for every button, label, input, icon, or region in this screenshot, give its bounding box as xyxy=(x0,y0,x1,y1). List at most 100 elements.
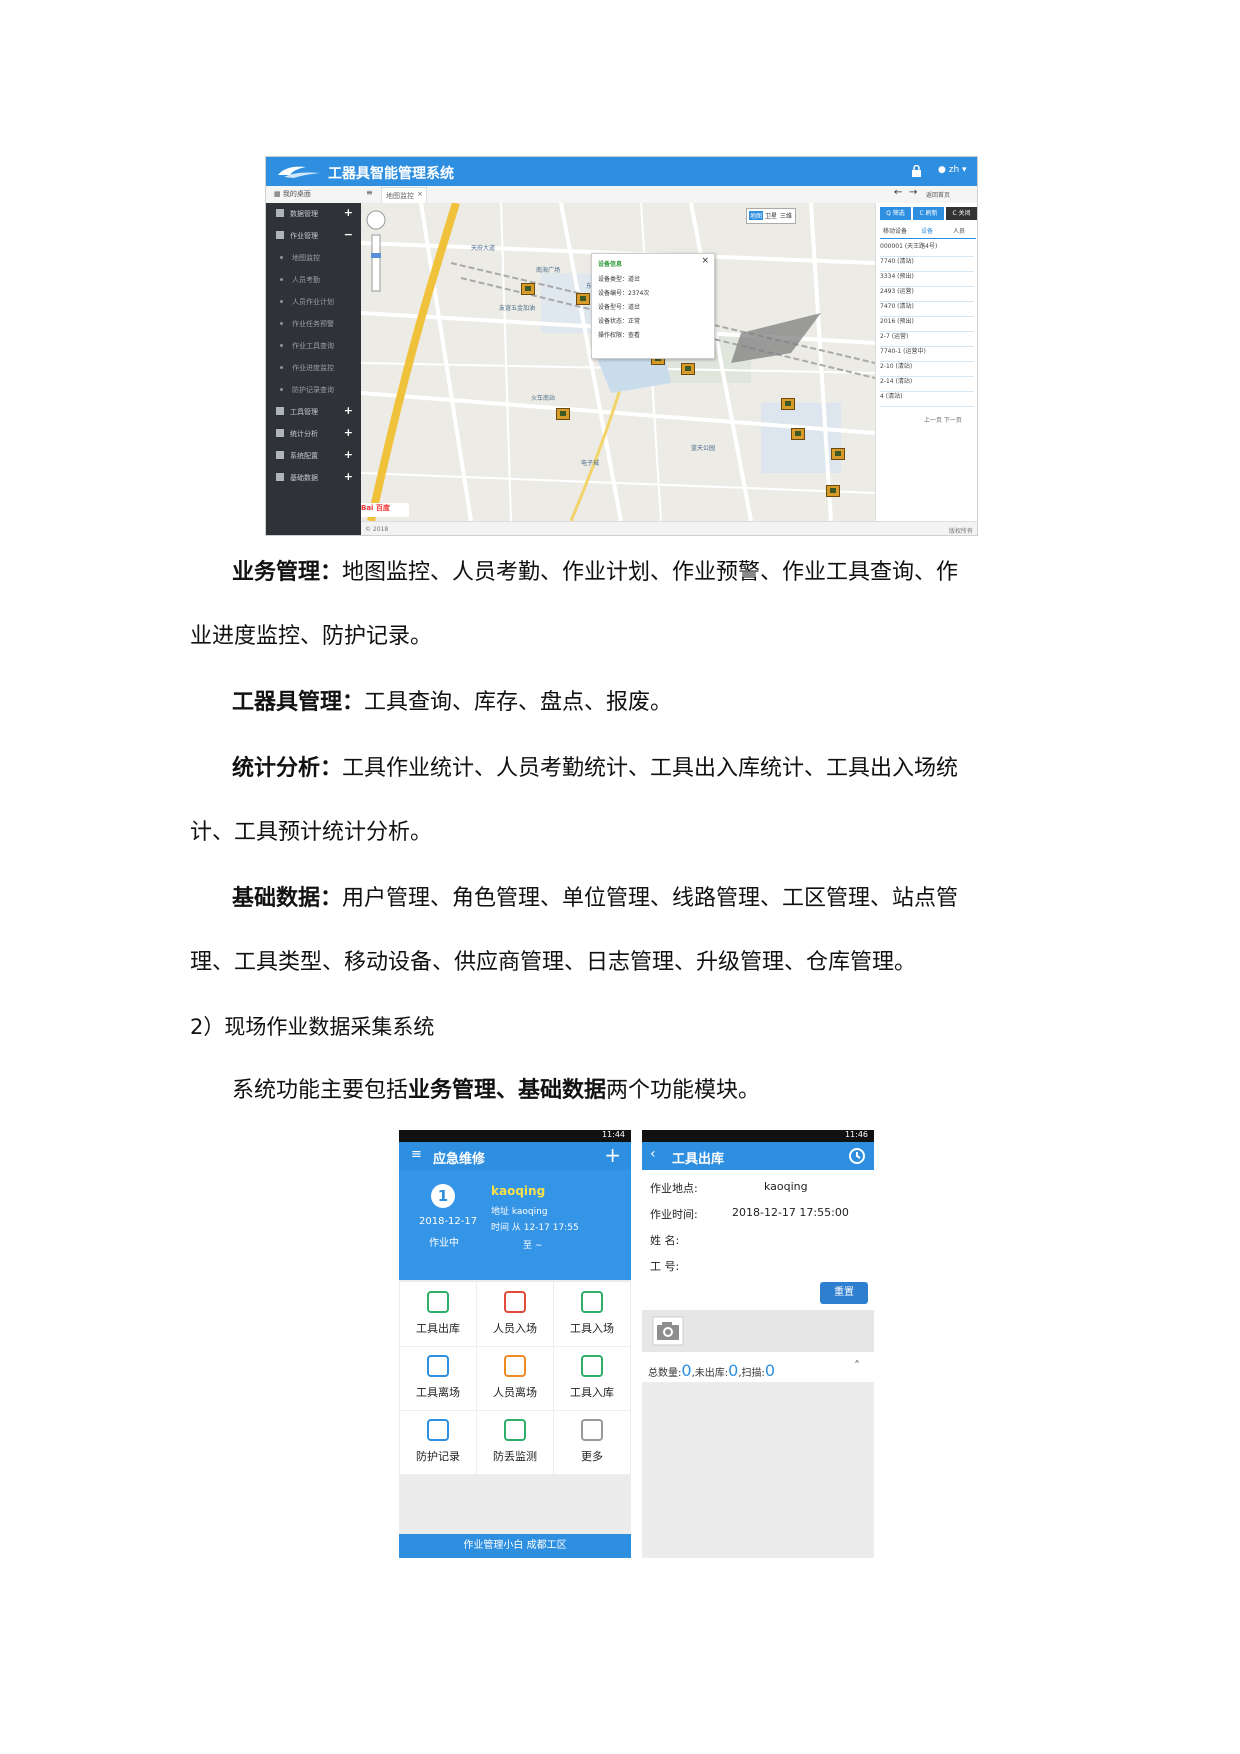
device-marker-icon[interactable] xyxy=(781,398,795,410)
panel-tab[interactable]: 人员 xyxy=(944,226,974,235)
function-tile[interactable]: 人员离场 xyxy=(477,1346,554,1411)
sidebar-item[interactable]: 地图监控 xyxy=(266,247,361,269)
function-tile-label: 防护记录 xyxy=(416,1450,460,1463)
device-list-item[interactable]: 2493 (运营) xyxy=(880,286,974,302)
footer-right: 版权所有 xyxy=(948,528,973,535)
sidebar-item[interactable]: 数据管理 + xyxy=(266,203,361,225)
device-list-item[interactable]: 2-7 (运营) xyxy=(880,331,974,347)
anti-loss-icon xyxy=(504,1419,526,1441)
device-list-item[interactable]: 3334 (预出) xyxy=(880,271,974,287)
panel-button[interactable]: Q 筛选 xyxy=(880,207,911,220)
device-marker-icon[interactable] xyxy=(556,408,570,420)
expand-icon[interactable]: + xyxy=(344,448,353,461)
expand-icon[interactable]: + xyxy=(344,404,353,417)
home-link[interactable]: ▦ 我的桌面 xyxy=(274,189,311,199)
chevron-up-icon[interactable]: ˄ xyxy=(854,1359,860,1373)
map-view[interactable]: 南海广场友谊五金加油东风商场大鹏集团火车南站蓝天公园电子城天府大道 地图卫星三维… xyxy=(361,203,875,521)
sidebar-item[interactable]: 基础数据 + xyxy=(266,467,361,489)
device-list-item[interactable]: 2016 (预出) xyxy=(880,316,974,332)
history-icon[interactable] xyxy=(848,1147,866,1165)
camera-icon[interactable] xyxy=(652,1316,684,1346)
function-tile[interactable]: 工具入库 xyxy=(554,1346,630,1411)
device-list-item[interactable]: 000001 (天王路4号) xyxy=(880,241,974,257)
device-marker-icon[interactable] xyxy=(826,485,840,497)
total-label: 总数量: xyxy=(648,1368,682,1379)
sidebar-item[interactable]: 作业管理 − xyxy=(266,225,361,247)
sidebar-item[interactable]: 统计分析 + xyxy=(266,423,361,445)
function-tile[interactable]: 工具出库 xyxy=(400,1282,477,1347)
function-tile-label: 工具入场 xyxy=(570,1322,614,1335)
device-list-item[interactable]: 7470 (清站) xyxy=(880,301,974,317)
tab-map-monitor[interactable]: 地图监控 × xyxy=(381,187,427,204)
collapse-icon[interactable]: − xyxy=(344,228,353,241)
photo-area xyxy=(642,1310,874,1352)
function-tile[interactable]: 防护记录 xyxy=(400,1410,477,1475)
paragraph-base-line2: 理、工具类型、移动设备、供应商管理、日志管理、升级管理、仓库管理。 xyxy=(190,950,917,975)
tab-label: 地图监控 xyxy=(386,192,414,200)
bullet-icon xyxy=(280,322,283,325)
sidebar-item[interactable]: 系统配置 + xyxy=(266,445,361,467)
map-label: 友谊五金加油 xyxy=(499,305,536,312)
bullet-icon xyxy=(280,366,283,369)
back-icon[interactable]: ‹ xyxy=(650,1146,656,1162)
unshipped-label: ,未出库: xyxy=(691,1368,729,1379)
back-home-link[interactable]: 返回首页 xyxy=(926,190,950,199)
device-marker-icon[interactable] xyxy=(521,283,535,295)
panel-tab[interactable]: 设备 xyxy=(912,226,942,235)
add-icon[interactable]: + xyxy=(604,1143,621,1167)
sidebar-item-label: 作业工具查询 xyxy=(292,342,334,350)
menu-toggle-icon[interactable]: ≡ xyxy=(366,188,373,197)
panel-button[interactable]: C 关闭 xyxy=(946,207,977,220)
device-list-item[interactable]: 7740 (清站) xyxy=(880,256,974,272)
lock-icon[interactable] xyxy=(911,165,922,177)
arrow-left-icon[interactable]: ← xyxy=(894,187,902,198)
user-menu[interactable]: ● zh ▾ xyxy=(938,165,967,175)
device-marker-icon[interactable] xyxy=(791,428,805,440)
function-tile[interactable]: 工具入场 xyxy=(554,1282,630,1347)
sidebar-item[interactable]: 工具管理 + xyxy=(266,401,361,423)
bullet-icon xyxy=(280,300,283,303)
expand-icon[interactable]: + xyxy=(344,426,353,439)
sidebar-item[interactable]: 作业任务预警 xyxy=(266,313,361,335)
pager[interactable]: 上一页 下一页 xyxy=(924,415,962,424)
panel-button[interactable]: C 刷新 xyxy=(913,207,944,220)
function-tile[interactable]: 人员入场 xyxy=(477,1282,554,1347)
task-card[interactable]: 1 2018-12-17 作业中 kaoqing 地址 kaoqing 时间 从… xyxy=(399,1170,631,1280)
arrow-right-icon[interactable]: → xyxy=(909,187,917,198)
sidebar-item[interactable]: 作业进度监控 xyxy=(266,357,361,379)
sidebar-item[interactable]: 防护记录查询 xyxy=(266,379,361,401)
menu-icon[interactable]: ≡ xyxy=(411,1147,422,1162)
status-time: 11:46 xyxy=(844,1130,868,1139)
map-type-button[interactable]: 卫星 xyxy=(764,211,778,220)
map-type-button[interactable]: 地图 xyxy=(749,211,764,220)
grid-icon: ▦ xyxy=(274,190,281,198)
sidebar-item[interactable]: 人员考勤 xyxy=(266,269,361,291)
expand-icon[interactable]: + xyxy=(344,206,353,219)
phone2-title: 工具出库 xyxy=(672,1152,725,1167)
device-list-item[interactable]: 7740-1 (运营中) xyxy=(880,346,974,362)
reset-button[interactable]: 重置 xyxy=(820,1282,868,1304)
popup-row: 设备编号：2374次 xyxy=(598,290,650,297)
sidebar-item-label: 地图监控 xyxy=(292,254,320,262)
device-list-item[interactable]: 4 (清站) xyxy=(880,391,974,407)
sidebar-item[interactable]: 人员作业计划 xyxy=(266,291,361,313)
task-address: 地址 kaoqing xyxy=(491,1207,548,1217)
close-icon[interactable]: × xyxy=(417,190,423,198)
map-type-button[interactable]: 三维 xyxy=(779,211,793,220)
device-list-item[interactable]: 2-10 (清站) xyxy=(880,361,974,377)
sidebar-item[interactable]: 作业工具查询 xyxy=(266,335,361,357)
function-tile[interactable]: 工具离场 xyxy=(400,1346,477,1411)
function-tile[interactable]: 更多 xyxy=(554,1410,630,1475)
function-tile-label: 工具离场 xyxy=(416,1386,460,1399)
status-time: 11:44 xyxy=(601,1130,625,1139)
device-marker-icon[interactable] xyxy=(681,363,695,375)
device-marker-icon[interactable] xyxy=(831,448,845,460)
device-list-item[interactable]: 2-14 (清站) xyxy=(880,376,974,392)
panel-tab[interactable]: 移动设备 xyxy=(880,226,910,235)
close-icon[interactable]: × xyxy=(701,256,709,266)
map-type-switch[interactable]: 地图 卫星 三维 xyxy=(746,208,796,224)
device-marker-icon[interactable] xyxy=(576,293,590,305)
function-tile[interactable]: 防丢监测 xyxy=(477,1410,554,1475)
tab-bar: ▦ 我的桌面 ≡ 地图监控 × ← → 返回首页 xyxy=(266,186,977,204)
expand-icon[interactable]: + xyxy=(344,470,353,483)
